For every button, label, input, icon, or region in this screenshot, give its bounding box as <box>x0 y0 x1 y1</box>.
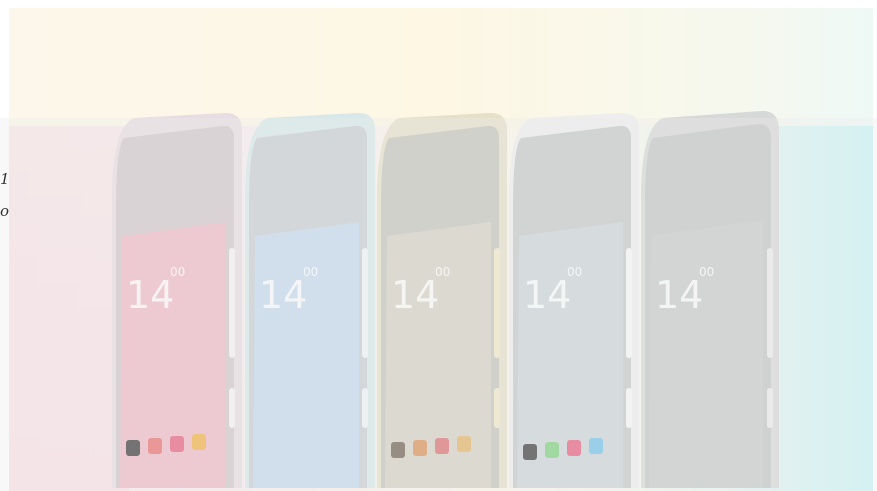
overlay-veil <box>0 118 877 491</box>
partial-text-line-1: 1 <box>0 170 10 188</box>
page: 14 00 14 00 14 00 14 00 14 00 1 o <box>0 0 877 491</box>
partial-text-line-2: o <box>0 202 10 220</box>
